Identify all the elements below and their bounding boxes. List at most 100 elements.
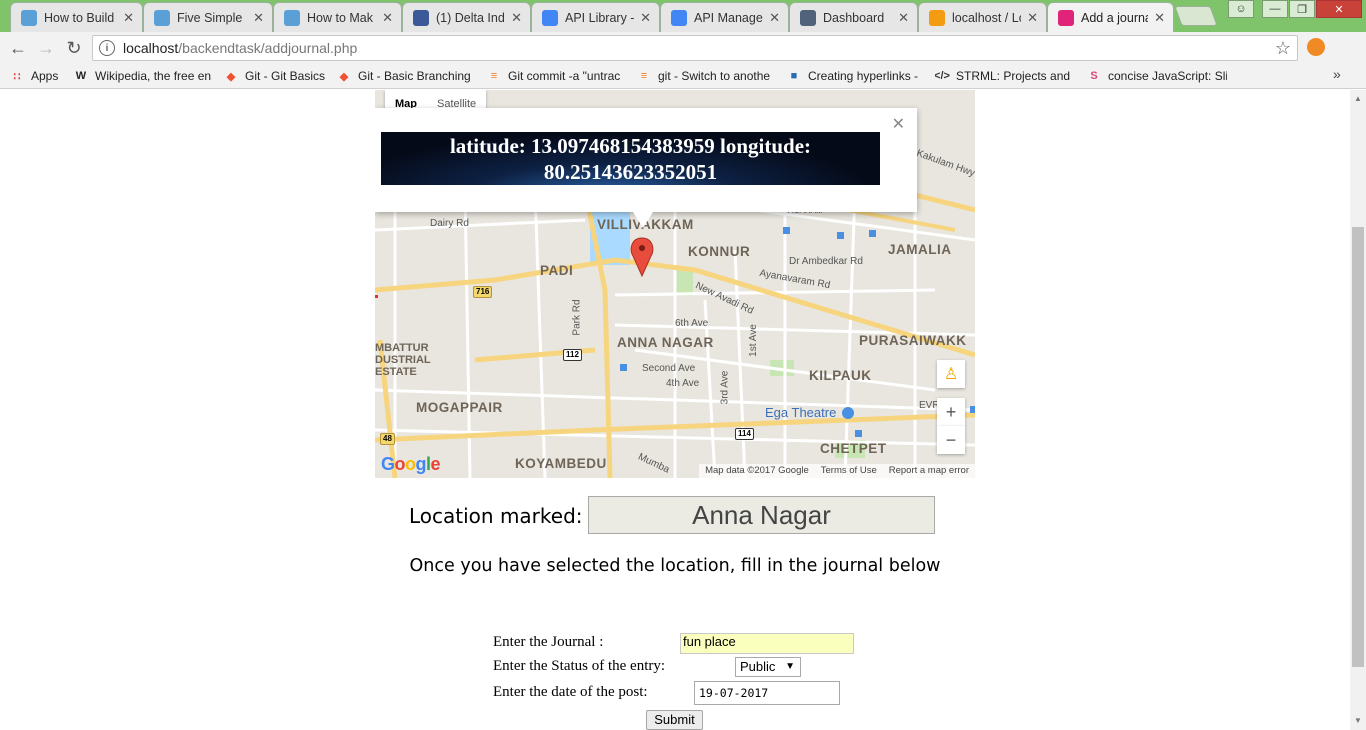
zoom-out-button[interactable]: − bbox=[937, 426, 965, 454]
maximize-button[interactable]: ❐ bbox=[1289, 0, 1315, 18]
extension-icon[interactable] bbox=[1307, 38, 1325, 56]
map-label: Ega Theatre bbox=[765, 405, 837, 420]
map-label: JAMALIA bbox=[888, 242, 952, 257]
page-scrollbar[interactable]: ▲ ▼ bbox=[1350, 90, 1366, 730]
map-info-window: ✕ latitude: 13.097468154383959 longitude… bbox=[375, 108, 917, 228]
bookmarks-overflow-icon[interactable]: » bbox=[1333, 66, 1341, 82]
stackoverflow-icon: ≡ bbox=[490, 70, 498, 82]
status-select[interactable]: Public ▼ bbox=[735, 657, 801, 677]
reload-icon[interactable]: ↻ bbox=[64, 38, 84, 58]
bookmark-label: Git - Git Basics bbox=[245, 69, 326, 83]
map-road-label: 4th Ave bbox=[666, 378, 700, 389]
browser-toolbar: ← → ↻ i localhost/backendtask/addjournal… bbox=[0, 32, 1366, 87]
facebook-icon bbox=[413, 9, 429, 26]
instruction-text-content: Once you have selected the location, fil… bbox=[409, 556, 941, 576]
bookmark-item[interactable]: ◆ Git - Basic Branching bbox=[337, 68, 477, 84]
map-road-label: Park Rd bbox=[571, 299, 583, 336]
bookmarks-bar: ∷ Apps W Wikipedia, the free en ◆ Git - Git B… bbox=[0, 63, 1366, 89]
close-icon[interactable]: ✕ bbox=[892, 114, 905, 134]
git-icon: ◆ bbox=[226, 70, 236, 83]
tab-4[interactable]: (1) Delta Ind ✕ bbox=[402, 2, 531, 32]
terms-of-use-link[interactable]: Terms of Use bbox=[821, 464, 877, 478]
new-tab-button[interactable] bbox=[1174, 6, 1218, 26]
google-map[interactable]: VILLIVAKKAM KONNUR JAMALIA PADI ANNA NAG… bbox=[375, 90, 975, 478]
google-logo: Google bbox=[381, 454, 441, 474]
route-shield: 716 bbox=[473, 286, 493, 298]
google-icon bbox=[542, 9, 558, 26]
status-select-value: Public bbox=[740, 659, 776, 674]
minimize-button[interactable]: — bbox=[1262, 0, 1288, 18]
bookmark-item[interactable]: ■ Creating hyperlinks - bbox=[787, 68, 927, 84]
pegman-icon[interactable]: ♙ bbox=[937, 360, 965, 388]
phpmyadmin-icon bbox=[929, 9, 945, 26]
bookmark-label: STRML: Projects and bbox=[956, 69, 1071, 83]
bookmark-label: Wikipedia, the free en bbox=[95, 69, 212, 83]
scroll-thumb[interactable] bbox=[1352, 227, 1364, 667]
map-dot bbox=[375, 295, 378, 298]
bookmark-item[interactable]: </> STRML: Projects and bbox=[935, 68, 1075, 84]
bookmark-item[interactable]: Sconcise JavaScript: Sli bbox=[1087, 68, 1227, 84]
bookmark-label: Git - Basic Branching bbox=[358, 69, 471, 83]
tab-6[interactable]: API Managen ✕ bbox=[660, 2, 789, 32]
bookmark-item[interactable]: ≡ Git commit -a "untrac bbox=[487, 68, 629, 84]
map-footer: Map data ©2017 Google Terms of Use Repor… bbox=[699, 464, 975, 478]
tab-title: Dashboard bbox=[823, 10, 885, 25]
close-tab-icon[interactable]: ✕ bbox=[382, 10, 393, 26]
report-map-error-link[interactable]: Report a map error bbox=[889, 464, 969, 478]
info-window-tail bbox=[633, 212, 653, 228]
close-tab-icon[interactable]: ✕ bbox=[253, 10, 264, 26]
info-icon[interactable]: i bbox=[99, 40, 115, 56]
address-path: /backendtask/addjournal.php bbox=[178, 40, 358, 56]
location-marked-field: Anna Nagar bbox=[588, 496, 935, 534]
mdn-icon: ■ bbox=[790, 70, 798, 82]
map-road-label: Second Ave bbox=[642, 363, 696, 374]
date-input[interactable]: 19-07-2017 bbox=[694, 681, 840, 705]
tab-1[interactable]: How to Build ✕ bbox=[10, 2, 143, 32]
bookmark-item[interactable]: W Wikipedia, the free en bbox=[74, 68, 214, 84]
zoom-in-button[interactable]: + bbox=[937, 398, 965, 426]
tab-title: Add a journa bbox=[1081, 10, 1149, 25]
tab-title: (1) Delta Ind bbox=[436, 10, 505, 25]
bookmark-label: git - Switch to anothe bbox=[658, 69, 771, 83]
back-arrow-icon[interactable]: ← bbox=[8, 38, 28, 58]
map-label: KONNUR bbox=[688, 244, 751, 259]
tab-9[interactable]: Add a journa ✕ bbox=[1047, 2, 1174, 32]
slides-icon: S bbox=[1090, 70, 1098, 82]
bookmark-item[interactable]: ∷ Apps bbox=[10, 68, 66, 84]
close-tab-icon[interactable]: ✕ bbox=[511, 10, 522, 26]
tab-8[interactable]: localhost / Lo ✕ bbox=[918, 2, 1047, 32]
close-window-button[interactable]: ✕ bbox=[1316, 0, 1362, 18]
stackoverflow-icon: ≡ bbox=[640, 70, 648, 82]
address-bar[interactable]: i localhost/backendtask/addjournal.php ☆ bbox=[92, 35, 1298, 61]
address-host: localhost bbox=[123, 40, 179, 56]
journal-input[interactable]: fun place bbox=[680, 633, 854, 654]
journal-label: Enter the Journal : bbox=[493, 634, 604, 650]
bookmark-star-icon[interactable]: ☆ bbox=[1275, 38, 1291, 59]
close-tab-icon[interactable]: ✕ bbox=[640, 10, 651, 26]
tab-7[interactable]: Dashboard ✕ bbox=[789, 2, 918, 32]
tab-5[interactable]: API Library - ✕ bbox=[531, 2, 660, 32]
dashboard-icon bbox=[800, 9, 816, 26]
tab-3[interactable]: How to Mak ✕ bbox=[273, 2, 402, 32]
forward-arrow-icon[interactable]: → bbox=[36, 38, 56, 58]
profile-button[interactable]: ☺ bbox=[1228, 0, 1254, 18]
close-tab-icon[interactable]: ✕ bbox=[1154, 10, 1165, 26]
bookmark-item[interactable]: ◆ Git - Git Basics bbox=[224, 68, 328, 84]
map-road-label: 6th Ave bbox=[675, 318, 709, 329]
scroll-up-icon[interactable]: ▲ bbox=[1354, 94, 1362, 103]
map-road-label: 1st Ave bbox=[747, 324, 759, 357]
map-data-attribution: Map data ©2017 Google bbox=[705, 465, 809, 476]
bookmark-item[interactable]: ≡ git - Switch to anothe bbox=[637, 68, 779, 84]
close-tab-icon[interactable]: ✕ bbox=[769, 10, 780, 26]
tab-2[interactable]: Five Simple ✕ bbox=[143, 2, 273, 32]
map-label: DUSTRIAL bbox=[375, 354, 431, 366]
close-tab-icon[interactable]: ✕ bbox=[898, 10, 909, 26]
route-shield: 114 bbox=[735, 428, 754, 440]
close-tab-icon[interactable]: ✕ bbox=[123, 10, 134, 26]
map-label: KILPAUK bbox=[809, 368, 872, 383]
scroll-down-icon[interactable]: ▼ bbox=[1354, 716, 1362, 725]
map-label: ANNA NAGAR bbox=[617, 335, 714, 350]
submit-button[interactable]: Submit bbox=[646, 710, 703, 730]
git-icon: ◆ bbox=[339, 70, 349, 83]
close-tab-icon[interactable]: ✕ bbox=[1027, 10, 1038, 26]
